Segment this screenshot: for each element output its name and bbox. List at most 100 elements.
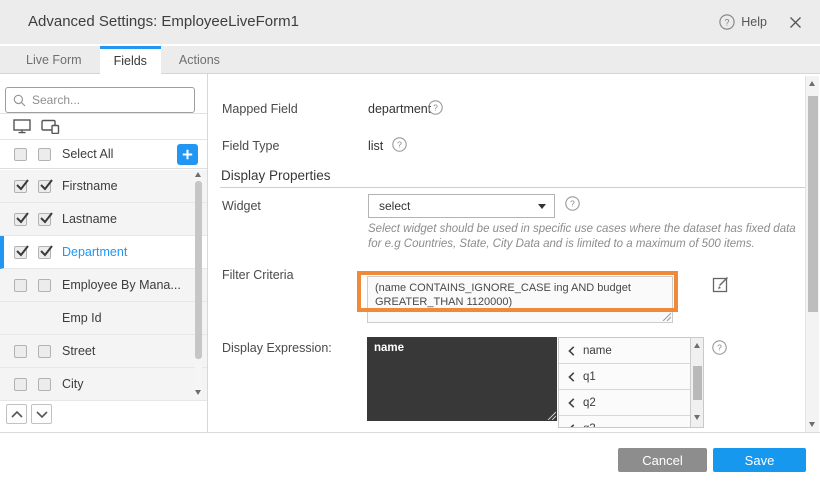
- scroll-up-icon[interactable]: [195, 172, 201, 177]
- checkbox-pair: [14, 345, 62, 358]
- scroll-up-icon[interactable]: [694, 343, 700, 348]
- field-list-item[interactable]: Department: [0, 236, 207, 269]
- tab-fields[interactable]: Fields: [100, 46, 161, 76]
- sidebar-scrollbar[interactable]: [195, 170, 202, 397]
- checkbox-pair: [14, 180, 62, 193]
- widget-select-value: select: [379, 195, 410, 217]
- checkbox-pair: [14, 279, 62, 292]
- mobile-checkbox[interactable]: [38, 279, 51, 292]
- scrollbar-thumb[interactable]: [693, 366, 702, 400]
- field-type-value: list: [368, 139, 383, 153]
- select-all-mobile-checkbox[interactable]: [38, 148, 51, 161]
- field-item-label: Firstname: [62, 179, 118, 193]
- help-button[interactable]: ? Help: [719, 14, 767, 30]
- field-item-label: Emp Id: [62, 311, 102, 325]
- expression-field-item[interactable]: q1: [559, 364, 691, 390]
- main-scrollbar[interactable]: [805, 76, 819, 432]
- resize-handle-icon[interactable]: [547, 411, 556, 420]
- checkbox-pair: [14, 246, 62, 259]
- mobile-checkbox[interactable]: [38, 345, 51, 358]
- mobile-checkbox[interactable]: [38, 180, 51, 193]
- scroll-down-icon[interactable]: [195, 390, 201, 395]
- move-down-button[interactable]: [31, 404, 52, 424]
- expression-field-item[interactable]: name: [559, 338, 691, 364]
- select-all-row: Select All: [0, 140, 207, 169]
- field-list-item[interactable]: City: [0, 368, 207, 401]
- mobile-checkbox[interactable]: [38, 378, 51, 391]
- checkbox-pair: [14, 213, 62, 226]
- web-checkbox[interactable]: [14, 180, 27, 193]
- svg-text:?: ?: [397, 140, 402, 150]
- expression-field-item[interactable]: q3: [559, 416, 691, 428]
- widget-help-icon[interactable]: ?: [565, 196, 580, 211]
- close-button[interactable]: [789, 16, 802, 29]
- close-icon: [789, 16, 802, 29]
- check-icon: [39, 211, 54, 225]
- widget-help-text: Select widget should be used in specific…: [368, 222, 804, 251]
- widget-select[interactable]: select: [368, 194, 555, 218]
- field-item-label: Lastname: [62, 212, 117, 226]
- search-input[interactable]: [32, 93, 187, 107]
- mobile-checkbox[interactable]: [38, 213, 51, 226]
- svg-text:?: ?: [717, 343, 722, 353]
- field-list-item[interactable]: Lastname: [0, 203, 207, 236]
- display-expression-help-icon[interactable]: ?: [712, 340, 727, 355]
- tab-live-form[interactable]: Live Form: [8, 46, 100, 74]
- field-item-label: Street: [62, 344, 95, 358]
- check-icon: [15, 178, 30, 192]
- tab-actions[interactable]: Actions: [161, 46, 238, 74]
- field-list-item[interactable]: Street: [0, 335, 207, 368]
- move-up-button[interactable]: [6, 404, 27, 424]
- field-list-item[interactable]: Firstname: [0, 170, 207, 203]
- field-type-help-icon[interactable]: ?: [392, 137, 407, 152]
- mapped-field-label: Mapped Field: [222, 102, 298, 116]
- field-list-scrollbar[interactable]: [690, 338, 703, 427]
- display-expression-label: Display Expression:: [222, 341, 332, 355]
- display-expression-editor[interactable]: name: [367, 337, 557, 421]
- header-actions: ? Help: [719, 0, 802, 44]
- scroll-up-icon[interactable]: [809, 81, 815, 86]
- expression-field-item[interactable]: q2: [559, 390, 691, 416]
- select-all-label: Select All: [62, 147, 113, 161]
- cancel-button[interactable]: Cancel: [618, 448, 707, 472]
- web-checkbox[interactable]: [14, 213, 27, 226]
- dialog-header: Advanced Settings: EmployeeLiveForm1 ? H…: [0, 0, 820, 44]
- section-divider: [220, 187, 805, 188]
- desktop-icon[interactable]: [13, 119, 31, 134]
- chevron-left-icon: [568, 424, 575, 429]
- search-icon: [13, 94, 26, 107]
- scroll-down-icon[interactable]: [694, 415, 700, 420]
- field-item-label: Employee By Mana...: [62, 278, 181, 292]
- resize-handle-icon[interactable]: [662, 312, 671, 321]
- web-checkbox[interactable]: [14, 279, 27, 292]
- filter-criteria-value: (name CONTAINS_IGNORE_CASE ing AND budge…: [375, 282, 631, 308]
- filter-criteria-textarea[interactable]: (name CONTAINS_IGNORE_CASE ing AND budge…: [367, 276, 673, 323]
- field-list-item[interactable]: Emp Id: [0, 302, 207, 335]
- edit-icon[interactable]: [712, 275, 730, 293]
- web-checkbox[interactable]: [14, 378, 27, 391]
- mobile-checkbox[interactable]: [38, 246, 51, 259]
- expression-field-list: name q1 q2 q3: [558, 337, 704, 428]
- scroll-down-icon[interactable]: [809, 422, 815, 427]
- add-field-button[interactable]: [177, 144, 198, 165]
- field-order-controls: [6, 404, 52, 424]
- chevron-down-icon: [36, 411, 48, 418]
- svg-text:?: ?: [433, 103, 438, 113]
- chevron-left-icon: [568, 398, 575, 408]
- expression-field-name: name: [583, 345, 612, 357]
- scrollbar-thumb[interactable]: [808, 96, 818, 312]
- field-list-item[interactable]: Employee By Mana...: [0, 269, 207, 302]
- svg-text:?: ?: [725, 17, 730, 27]
- advanced-settings-dialog: Advanced Settings: EmployeeLiveForm1 ? H…: [0, 0, 820, 488]
- scrollbar-thumb[interactable]: [195, 181, 202, 359]
- web-checkbox[interactable]: [14, 345, 27, 358]
- mapped-field-help-icon[interactable]: ?: [428, 100, 443, 115]
- check-icon: [15, 244, 30, 258]
- select-all-web-checkbox[interactable]: [14, 148, 27, 161]
- save-button[interactable]: Save: [713, 448, 806, 472]
- mobile-icon[interactable]: [41, 119, 60, 134]
- search-box[interactable]: [5, 87, 195, 113]
- tab-bar: Live Form Fields Actions: [0, 46, 820, 74]
- widget-label: Widget: [222, 199, 261, 213]
- web-checkbox[interactable]: [14, 246, 27, 259]
